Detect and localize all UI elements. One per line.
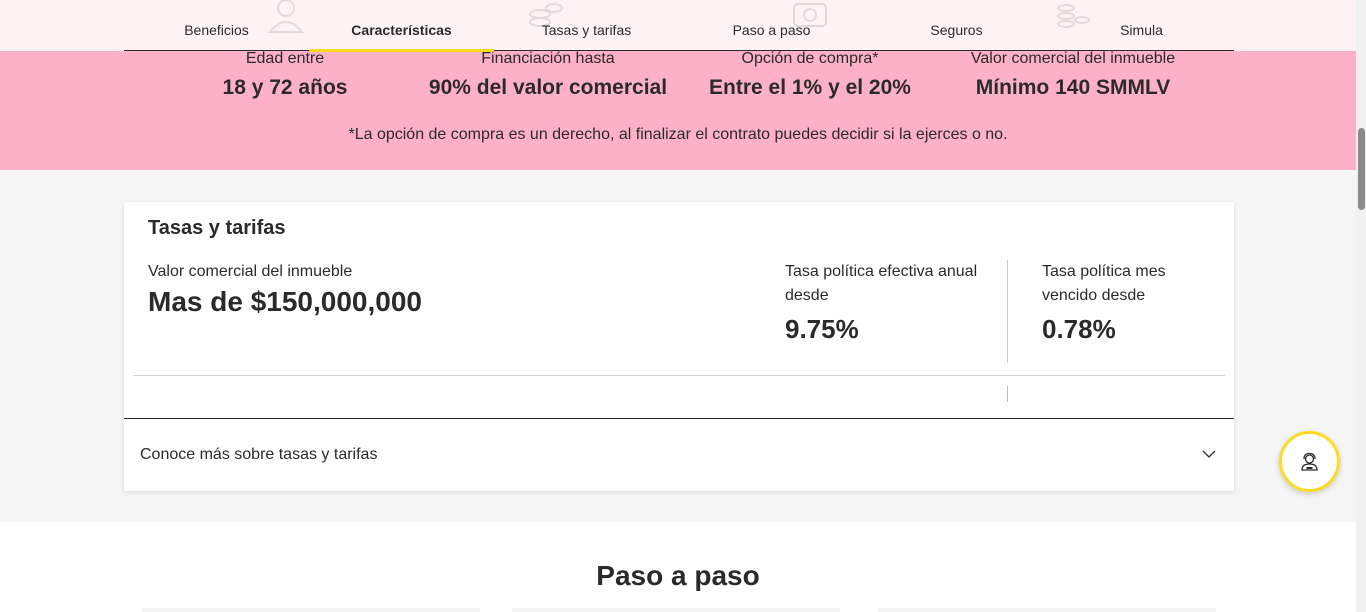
chevron-down-icon[interactable] bbox=[1202, 447, 1216, 461]
rates-divider bbox=[1007, 260, 1008, 363]
feature-value: 90% del valor comercial bbox=[428, 76, 668, 99]
scrollbar-thumb[interactable] bbox=[1358, 128, 1365, 210]
rates-card: Tasas y tarifas Valor comercial del inmu… bbox=[124, 202, 1234, 491]
annual-rate: Tasa política efectiva anual desde 9.75% bbox=[785, 260, 985, 344]
monthly-rate-label: Tasa política mes vencido desde bbox=[1042, 263, 1166, 304]
rates-title: Tasas y tarifas bbox=[148, 217, 286, 239]
feature-property-value: Valor comercial del inmueble Mínimo 140 … bbox=[942, 50, 1204, 100]
tab-simula[interactable]: Simula bbox=[1049, 0, 1234, 51]
step-card bbox=[142, 608, 480, 612]
agent-headset-icon bbox=[1301, 452, 1318, 471]
tab-tasas-y-tarifas[interactable]: Tasas y tarifas bbox=[494, 0, 679, 51]
step-card bbox=[512, 608, 840, 612]
feature-label: Valor comercial del inmueble bbox=[970, 50, 1176, 67]
property-value-amount: Mas de $150,000,000 bbox=[148, 286, 422, 317]
feature-financing: Financiación hasta 90% del valor comerci… bbox=[398, 50, 698, 100]
purchase-option-note: *La opción de compra es un derecho, al f… bbox=[348, 126, 1008, 143]
feature-purchase-option: Opción de compra* Entre el 1% y el 20% bbox=[680, 50, 940, 100]
monthly-rate: Tasa política mes vencido desde 0.78% bbox=[1042, 260, 1212, 344]
feature-label: Opción de compra* bbox=[741, 50, 879, 67]
rates-divider-small bbox=[1007, 386, 1008, 402]
feature-value: Mínimo 140 SMMLV bbox=[975, 76, 1171, 99]
features-band: Edad entre 18 y 72 años Financiación has… bbox=[0, 50, 1356, 170]
property-value-label: Valor comercial del inmueble bbox=[148, 263, 353, 280]
feature-value: Entre el 1% y el 20% bbox=[709, 76, 911, 99]
feature-age: Edad entre 18 y 72 años bbox=[185, 50, 385, 100]
monthly-rate-value: 0.78% bbox=[1042, 314, 1116, 344]
tab-seguros[interactable]: Seguros bbox=[864, 0, 1049, 51]
rates-separator bbox=[133, 375, 1225, 376]
tab-beneficios[interactable]: Beneficios bbox=[124, 0, 309, 51]
feature-value: 18 y 72 años bbox=[222, 76, 348, 99]
step-card bbox=[878, 608, 1216, 612]
scrollbar-track[interactable] bbox=[1356, 0, 1366, 612]
section-nav: Beneficios Características Tasas y tarif… bbox=[0, 0, 1356, 52]
rates-accordion[interactable]: Conoce más sobre tasas y tarifas bbox=[124, 418, 1234, 491]
tab-bar: Beneficios Características Tasas y tarif… bbox=[124, 0, 1234, 52]
steps-title: Paso a paso bbox=[596, 560, 760, 591]
feature-label: Financiación hasta bbox=[481, 50, 615, 67]
annual-rate-label: Tasa política efectiva anual desde bbox=[785, 263, 978, 304]
feature-label: Edad entre bbox=[245, 50, 325, 67]
tab-caracteristicas[interactable]: Características bbox=[309, 0, 494, 52]
annual-rate-value: 9.75% bbox=[785, 314, 859, 344]
tab-paso-a-paso[interactable]: Paso a paso bbox=[679, 0, 864, 51]
steps-section: Paso a paso bbox=[0, 522, 1356, 612]
help-button[interactable] bbox=[1279, 431, 1340, 492]
accordion-label: Conoce más sobre tasas y tarifas bbox=[140, 446, 378, 463]
